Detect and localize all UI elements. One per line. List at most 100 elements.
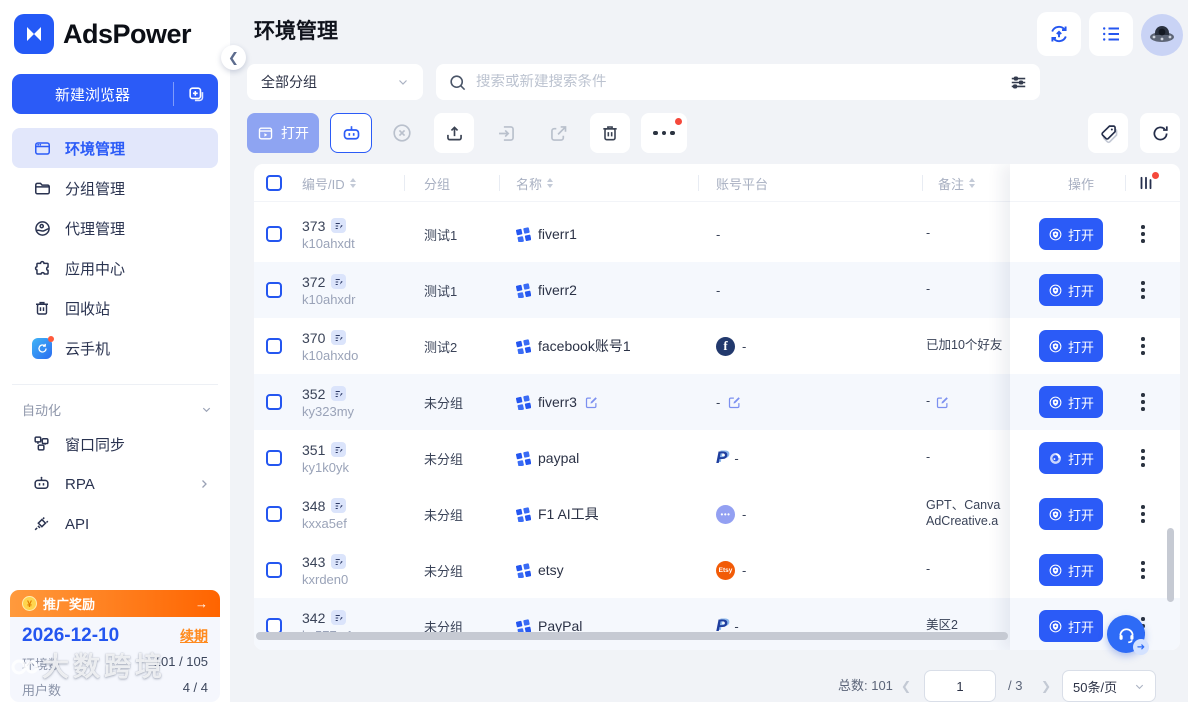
next-page-button[interactable]: ❯ — [1034, 670, 1058, 702]
avatar[interactable] — [1141, 14, 1183, 56]
batch-create-button[interactable] — [174, 85, 218, 104]
row-menu-button[interactable] — [1141, 505, 1145, 523]
row-menu-button[interactable] — [1141, 281, 1145, 299]
row-checkbox[interactable] — [266, 338, 282, 354]
advanced-filter-icon[interactable] — [1009, 73, 1028, 92]
delete-button[interactable] — [590, 113, 630, 153]
new-browser-button[interactable]: 新建浏览器 — [12, 74, 218, 114]
export-upload-button[interactable] — [434, 113, 474, 153]
sort-icon[interactable] — [969, 178, 975, 188]
sidebar-item-cloud-phone[interactable]: 云手机 — [12, 328, 218, 368]
row-menu-button[interactable] — [1141, 337, 1145, 355]
vertical-scrollbar[interactable] — [1167, 528, 1174, 602]
column-header-group: 分组 — [424, 164, 450, 202]
edit-name-icon[interactable] — [584, 395, 599, 410]
sidebar-item-api[interactable]: API — [12, 504, 218, 544]
sidebar-collapse-button[interactable]: ❮ — [221, 45, 246, 70]
chevron-right-icon — [198, 478, 210, 490]
more-actions-button[interactable] — [641, 113, 687, 153]
open-selected-button[interactable]: 打开 — [247, 113, 319, 153]
column-header-id[interactable]: 编号/ID — [302, 164, 356, 202]
sidebar-item-label: 回收站 — [65, 298, 110, 319]
table-row[interactable]: 373 k10ahxdt 测试1 fiverr1 - - — [254, 206, 1010, 262]
close-browsers-button[interactable] — [382, 113, 422, 153]
edit-remark-icon[interactable] — [935, 395, 950, 410]
sidebar-item-rpa[interactable]: RPA — [12, 464, 218, 504]
open-in-tab-icon[interactable] — [331, 442, 346, 457]
row-menu-button[interactable] — [1141, 393, 1145, 411]
row-menu-button[interactable] — [1141, 225, 1145, 243]
sort-icon[interactable] — [350, 178, 356, 188]
table-row[interactable]: 348 kxxa5ef 未分组 F1 AI工具 ••• - GPT、Canva … — [254, 486, 1010, 542]
table-row[interactable]: 352 ky323my 未分组 fiverr3 - - — [254, 374, 1010, 430]
table-row[interactable]: 372 k10ahxdr 测试1 fiverr2 - - — [254, 262, 1010, 318]
row-checkbox[interactable] — [266, 562, 282, 578]
sort-icon[interactable] — [547, 178, 553, 188]
sidebar-item-groups[interactable]: 分组管理 — [12, 168, 218, 208]
open-in-tab-icon[interactable] — [331, 330, 346, 345]
sidebar-item-window-sync[interactable]: 窗口同步 — [12, 424, 218, 464]
row-menu-button[interactable] — [1141, 561, 1145, 579]
table-row[interactable]: 342 kx577w1 未分组 PayPal P - 美区2 — [254, 598, 1010, 650]
open-browser-button[interactable]: 打开 — [1039, 274, 1103, 306]
task-list-button[interactable] — [1089, 12, 1133, 56]
sidebar-item-trash[interactable]: 回收站 — [12, 288, 218, 328]
table-row[interactable]: 370 k10ahxdo 测试2 facebook账号1 f - 已加10个好友 — [254, 318, 1010, 374]
platform-value: - — [716, 227, 720, 242]
open-browser-button[interactable]: 打开 — [1039, 610, 1103, 642]
sidebar-item-label: 代理管理 — [65, 218, 125, 239]
tag-button[interactable] — [1088, 113, 1128, 153]
table-row[interactable]: 351 ky1k0yk 未分组 paypal P - - — [254, 430, 1010, 486]
actions-row: 打开 — [1010, 486, 1180, 542]
open-browser-button[interactable]: 打开 — [1039, 330, 1103, 362]
column-header-remark[interactable]: 备注 — [938, 164, 975, 202]
support-floating-button[interactable]: ➜ — [1107, 615, 1145, 653]
prev-page-button[interactable]: ❮ — [894, 670, 918, 702]
open-in-tab-icon[interactable] — [331, 274, 346, 289]
column-settings-button[interactable] — [1137, 174, 1157, 194]
open-in-tab-icon[interactable] — [331, 218, 346, 233]
page-size-select[interactable]: 50条/页 — [1062, 670, 1156, 702]
promo-card: ¥ 推广奖励 → 2026-12-10 续期 环境数 101 / 105 用户数… — [10, 590, 220, 702]
open-browser-button[interactable]: 打开 — [1039, 442, 1103, 474]
edit-platform-icon[interactable] — [727, 395, 742, 410]
browser-profile-icon — [516, 395, 531, 410]
import-button[interactable] — [486, 113, 526, 153]
sidebar-item-environments[interactable]: 环境管理 — [12, 128, 218, 168]
sync-button[interactable] — [1037, 12, 1081, 56]
table-row[interactable]: 343 kxrden0 未分组 etsy Etsy - - — [254, 542, 1010, 598]
row-checkbox[interactable] — [266, 226, 282, 242]
row-checkbox[interactable] — [266, 282, 282, 298]
renew-link[interactable]: 续期 — [180, 626, 208, 646]
column-header-name[interactable]: 名称 — [516, 164, 553, 202]
open-in-tab-icon[interactable] — [331, 610, 346, 625]
group-filter-select[interactable]: 全部分组 — [247, 64, 423, 100]
open-in-tab-icon[interactable] — [331, 554, 346, 569]
row-checkbox[interactable] — [266, 450, 282, 466]
open-browser-button[interactable]: 打开 — [1039, 386, 1103, 418]
open-browser-button[interactable]: 打开 — [1039, 218, 1103, 250]
environments-table: 编号/ID 分组 名称 账号平台 备注 — [254, 164, 1180, 650]
row-checkbox[interactable] — [266, 506, 282, 522]
search-input[interactable] — [476, 74, 1000, 90]
rpa-task-button[interactable] — [330, 113, 372, 153]
open-in-tab-icon[interactable] — [331, 386, 346, 401]
page-number-input[interactable] — [924, 670, 996, 702]
promo-banner[interactable]: ¥ 推广奖励 → — [10, 590, 220, 617]
horizontal-scrollbar[interactable] — [256, 632, 1008, 640]
browser-open-icon — [257, 125, 274, 142]
automation-section-header[interactable]: 自动化 — [0, 396, 230, 422]
refresh-button[interactable] — [1140, 113, 1180, 153]
share-button[interactable] — [538, 113, 578, 153]
select-all-checkbox[interactable] — [266, 175, 282, 191]
sidebar-item-proxies[interactable]: 代理管理 — [12, 208, 218, 248]
column-divider — [404, 175, 405, 191]
row-menu-button[interactable] — [1141, 449, 1145, 467]
open-browser-button[interactable]: 打开 — [1039, 554, 1103, 586]
open-in-tab-icon[interactable] — [331, 498, 346, 513]
row-checkbox[interactable] — [266, 394, 282, 410]
open-browser-button[interactable]: 打开 — [1039, 498, 1103, 530]
group-cell: 测试1 — [424, 206, 457, 262]
sidebar-item-apps[interactable]: 应用中心 — [12, 248, 218, 288]
browser-profile-icon — [516, 451, 531, 466]
